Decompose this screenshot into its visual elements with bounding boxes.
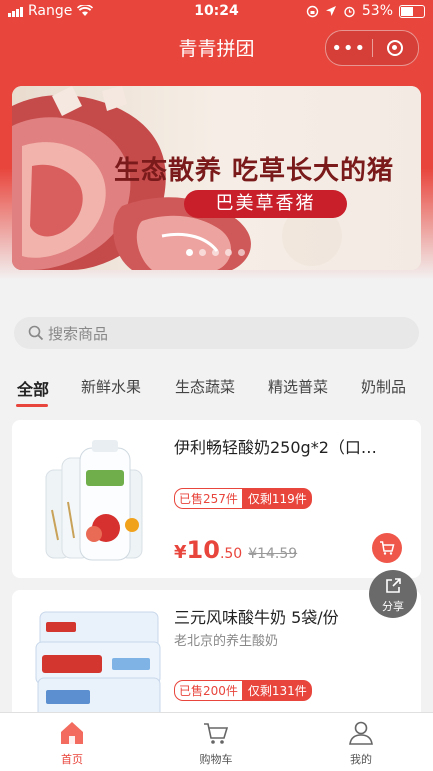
target-icon xyxy=(387,40,404,56)
tab-eco-vegetables[interactable]: 生态蔬菜 xyxy=(175,376,235,397)
carousel-dot[interactable] xyxy=(212,249,219,256)
active-tab-indicator xyxy=(16,404,48,407)
price: ¥ 10 .50 ¥14.59 xyxy=(174,536,297,564)
user-icon xyxy=(349,721,373,745)
product-image xyxy=(22,430,168,576)
product-card[interactable]: 三元风味酸牛奶 5袋/份 老北京的养生酸奶 已售200件 仅剩131件 xyxy=(12,590,421,746)
lock-rotation-icon xyxy=(306,5,319,17)
location-icon xyxy=(325,6,336,16)
home-icon xyxy=(61,722,83,744)
status-bar: Range 10:24 53% xyxy=(0,0,433,24)
tabbar-cart[interactable]: 购物车 xyxy=(144,713,288,771)
tabbar-home[interactable]: 首页 xyxy=(0,713,144,771)
cart-icon xyxy=(380,541,395,555)
remaining-badge: 仅剩131件 xyxy=(242,680,312,701)
product-name: 三元风味酸牛奶 5袋/份 xyxy=(174,608,339,627)
sales-badges: 已售200件 仅剩131件 xyxy=(174,680,312,701)
banner-tag: 巴美草香猪 xyxy=(184,190,347,218)
alarm-icon xyxy=(344,6,355,17)
price-currency: ¥ xyxy=(174,542,187,563)
tabbar-label: 我的 xyxy=(350,753,372,766)
price-integer: 10 xyxy=(186,536,220,564)
promo-banner[interactable]: 生态散养 吃草长大的猪 巴美草香猪 xyxy=(12,86,421,270)
banner-headline: 生态散养 吃草长大的猪 xyxy=(114,156,395,186)
tabbar-label: 首页 xyxy=(61,753,83,766)
tabbar-profile[interactable]: 我的 xyxy=(289,713,433,771)
tabbar-label: 购物车 xyxy=(199,753,233,766)
carousel-dot[interactable] xyxy=(186,249,193,256)
tab-all[interactable]: 全部 xyxy=(17,376,49,400)
tab-dairy[interactable]: 奶制品 xyxy=(361,376,406,397)
sales-badges: 已售257件 仅剩119件 xyxy=(174,488,312,509)
share-label: 分享 xyxy=(382,600,404,613)
sold-badge: 已售257件 xyxy=(174,488,243,509)
share-button[interactable]: 分享 xyxy=(369,570,417,618)
battery-icon xyxy=(399,4,425,18)
search-input[interactable]: 搜索商品 xyxy=(14,317,419,349)
search-icon xyxy=(28,325,44,341)
add-to-cart-button[interactable] xyxy=(372,533,402,563)
sold-badge: 已售200件 xyxy=(174,680,243,701)
share-icon xyxy=(386,578,401,593)
close-target-button[interactable] xyxy=(372,40,418,56)
search-placeholder: 搜索商品 xyxy=(48,325,109,343)
tab-fresh-fruit[interactable]: 新鲜水果 xyxy=(81,376,141,397)
battery-percent: 53% xyxy=(361,3,393,19)
cart-icon xyxy=(204,723,229,744)
carousel-dot[interactable] xyxy=(225,249,232,256)
category-tabs: 全部 新鲜水果 生态蔬菜 精选普菜 奶制品 xyxy=(0,374,433,410)
original-price: ¥14.59 xyxy=(248,546,298,562)
carousel-dot[interactable] xyxy=(199,249,206,256)
price-decimal: .50 xyxy=(219,546,243,562)
miniprogram-capsule: ••• xyxy=(325,30,419,66)
product-subtitle: 老北京的养生酸奶 xyxy=(174,634,279,649)
carousel-dots xyxy=(186,249,245,256)
product-name: 伊利畅轻酸奶250g*2（口… xyxy=(174,438,377,457)
bottom-tab-bar: 首页 购物车 我的 xyxy=(0,712,433,771)
tab-selected-vegetables[interactable]: 精选普菜 xyxy=(268,376,328,397)
carousel-dot[interactable] xyxy=(238,249,245,256)
remaining-badge: 仅剩119件 xyxy=(242,488,312,509)
product-card[interactable]: 伊利畅轻酸奶250g*2（口… 已售257件 仅剩119件 ¥ 10 .50 ¥… xyxy=(12,420,421,578)
more-dots-icon[interactable]: ••• xyxy=(326,38,372,59)
